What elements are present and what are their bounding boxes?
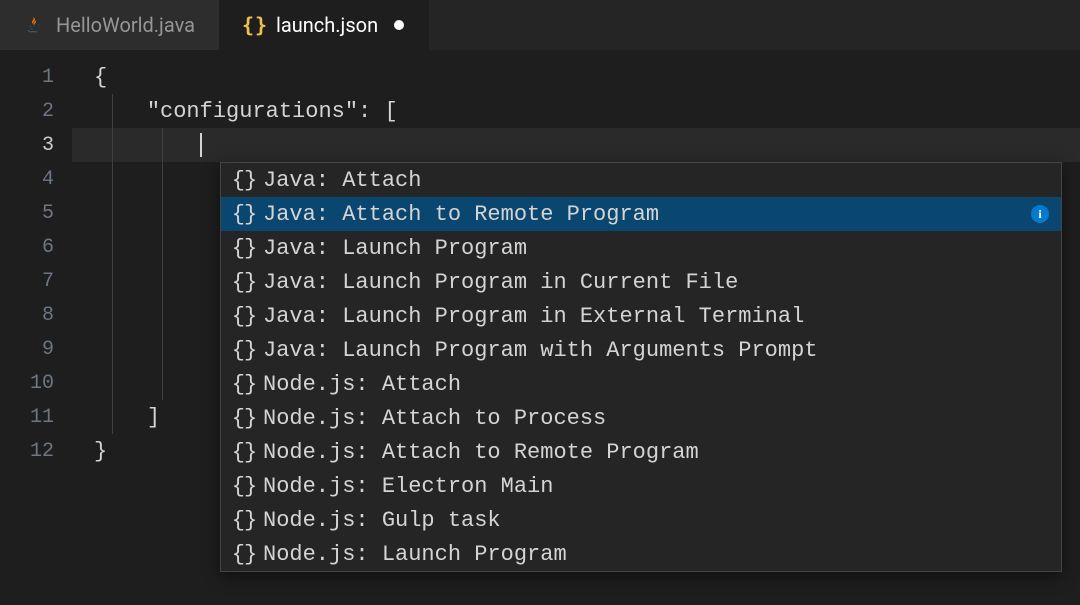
suggestion-item[interactable]: {}Java: Launch Program in Current Filei	[221, 265, 1061, 299]
code-content[interactable]: "configurations": [	[72, 94, 1080, 128]
tab-helloworld-java[interactable]: HelloWorld.java	[0, 0, 220, 50]
object-icon: {}	[229, 508, 259, 533]
tab-launch-json[interactable]: {} launch.json	[220, 0, 429, 50]
line-number: 3	[0, 134, 72, 157]
suggestion-label: Node.js: Launch Program	[263, 542, 1061, 567]
suggestion-label: Java: Launch Program with Arguments Prom…	[263, 338, 1061, 363]
code-line[interactable]: 1{	[0, 60, 1080, 94]
indent-guide	[112, 366, 113, 400]
suggestion-label: Node.js: Attach to Remote Program	[263, 440, 1061, 465]
suggestion-label: Node.js: Attach to Process	[263, 406, 1061, 431]
tab-label: HelloWorld.java	[56, 13, 195, 37]
object-icon: {}	[229, 474, 259, 499]
intellisense-popup: {}Java: Attachi{}Java: Attach to Remote …	[220, 162, 1062, 572]
line-number: 7	[0, 270, 72, 293]
suggestion-item[interactable]: {}Java: Launch Programi	[221, 231, 1061, 265]
suggestion-item[interactable]: {}Node.js: Gulp taski	[221, 503, 1061, 537]
object-icon: {}	[229, 406, 259, 431]
suggestion-item[interactable]: {}Java: Launch Program with Arguments Pr…	[221, 333, 1061, 367]
line-number: 6	[0, 236, 72, 259]
indent-guide	[162, 264, 163, 298]
object-icon: {}	[229, 440, 259, 465]
info-icon[interactable]: i	[1031, 205, 1049, 223]
indent-guide	[162, 196, 163, 230]
code-editor[interactable]: 1{2 "configurations": [3 4 5 6 7 8 9 10 …	[0, 50, 1080, 468]
object-icon: {}	[229, 372, 259, 397]
suggestion-label: Node.js: Gulp task	[263, 508, 1061, 533]
object-icon: {}	[229, 236, 259, 261]
indent-guide	[112, 298, 113, 332]
indent-guide	[162, 298, 163, 332]
indent-guide	[162, 128, 163, 162]
code-content[interactable]	[72, 128, 1080, 162]
line-number: 11	[0, 406, 72, 429]
indent-guide	[112, 332, 113, 366]
code-line[interactable]: 3	[0, 128, 1080, 162]
suggestion-label: Java: Launch Program	[263, 236, 1061, 261]
line-number: 1	[0, 66, 72, 89]
suggestion-item[interactable]: {}Node.js: Attach to Remote Programi	[221, 435, 1061, 469]
object-icon: {}	[229, 168, 259, 193]
suggestion-item[interactable]: {}Node.js: Attachi	[221, 367, 1061, 401]
dirty-indicator-icon	[394, 20, 404, 30]
suggestion-label: Java: Attach to Remote Program	[263, 202, 1027, 227]
suggestion-label: Node.js: Attach	[263, 372, 1061, 397]
suggestion-item[interactable]: {}Java: Launch Program in External Termi…	[221, 299, 1061, 333]
object-icon: {}	[229, 542, 259, 567]
line-number: 8	[0, 304, 72, 327]
suggestion-label: Node.js: Electron Main	[263, 474, 1061, 499]
object-icon: {}	[229, 202, 259, 227]
indent-guide	[112, 196, 113, 230]
suggestion-item[interactable]: {}Java: Attach to Remote Programi	[221, 197, 1061, 231]
suggestion-label: Java: Launch Program in External Termina…	[263, 304, 1061, 329]
object-icon: {}	[229, 338, 259, 363]
indent-guide	[112, 264, 113, 298]
indent-guide	[162, 162, 163, 196]
object-icon: {}	[229, 270, 259, 295]
indent-guide	[112, 128, 113, 162]
code-line[interactable]: 2 "configurations": [	[0, 94, 1080, 128]
suggestion-item[interactable]: {}Java: Attachi	[221, 163, 1061, 197]
line-number: 5	[0, 202, 72, 225]
line-number: 9	[0, 338, 72, 361]
line-number: 4	[0, 168, 72, 191]
indent-guide	[112, 162, 113, 196]
java-icon	[24, 14, 46, 36]
code-content[interactable]: {	[72, 60, 1080, 94]
suggestion-item[interactable]: {}Node.js: Electron Maini	[221, 469, 1061, 503]
suggestion-item[interactable]: {}Node.js: Launch Programi	[221, 537, 1061, 571]
indent-guide	[162, 332, 163, 366]
line-number: 12	[0, 440, 72, 463]
suggestion-label: Java: Attach	[263, 168, 1061, 193]
suggestion-item[interactable]: {}Node.js: Attach to Processi	[221, 401, 1061, 435]
suggestion-label: Java: Launch Program in Current File	[263, 270, 1061, 295]
indent-guide	[162, 230, 163, 264]
indent-guide	[162, 366, 163, 400]
indent-guide	[112, 400, 113, 434]
tab-bar: HelloWorld.java {} launch.json	[0, 0, 1080, 50]
line-number: 2	[0, 100, 72, 123]
json-icon: {}	[244, 14, 266, 36]
tab-label: launch.json	[276, 13, 378, 37]
line-number: 10	[0, 372, 72, 395]
indent-guide	[112, 94, 113, 128]
object-icon: {}	[229, 304, 259, 329]
indent-guide	[112, 230, 113, 264]
